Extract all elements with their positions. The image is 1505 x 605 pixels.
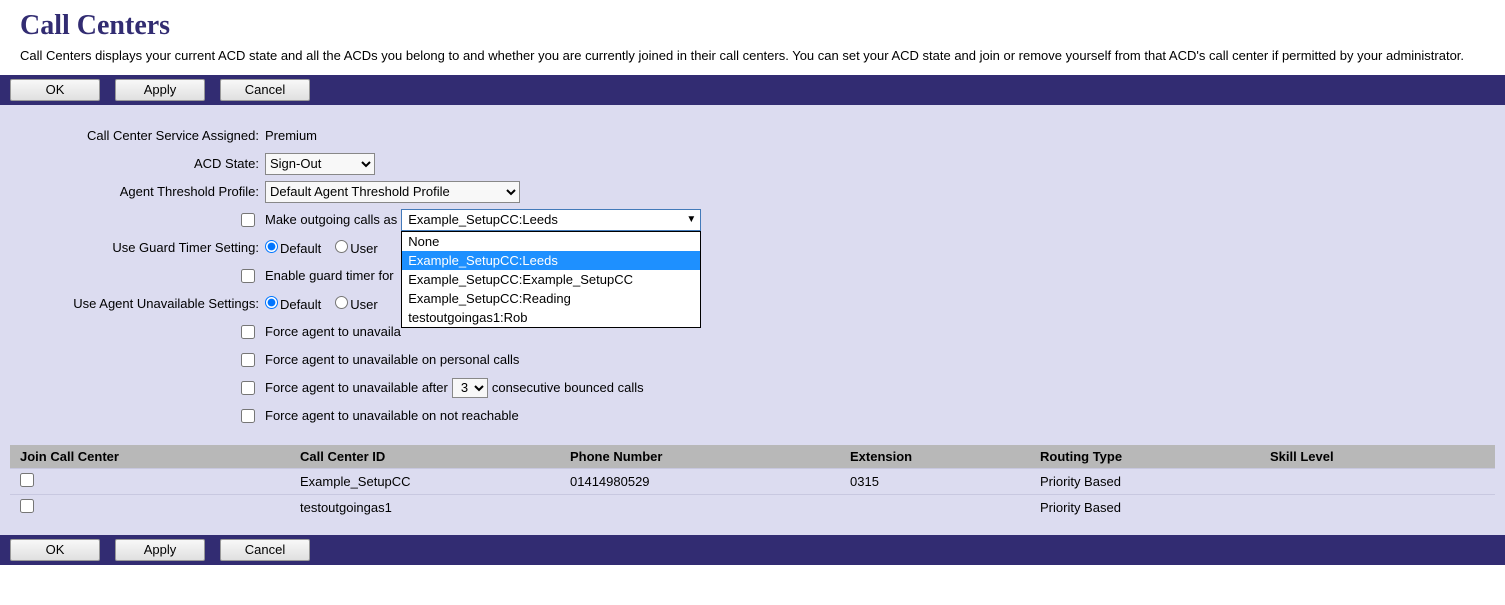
- col-join-header: Join Call Center: [10, 445, 290, 469]
- unavail-default-radio[interactable]: [265, 296, 278, 309]
- force-dnd-label: Force agent to unavaila: [265, 324, 401, 339]
- enable-guard-checkbox[interactable]: [241, 269, 255, 283]
- join-checkbox[interactable]: [20, 473, 34, 487]
- apply-button[interactable]: Apply: [115, 79, 205, 101]
- outgoing-dropdown: None Example_SetupCC:Leeds Example_Setup…: [401, 231, 701, 328]
- ok-button-bottom[interactable]: OK: [10, 539, 100, 561]
- guard-default-radio[interactable]: [265, 240, 278, 253]
- force-bounced-checkbox[interactable]: [241, 381, 255, 395]
- guard-user-radio[interactable]: [335, 240, 348, 253]
- acd-state-label: ACD State:: [10, 156, 265, 171]
- outgoing-option-rob[interactable]: testoutgoingas1:Rob: [402, 308, 700, 327]
- cell-ext: [840, 494, 1030, 520]
- guard-user-radio-label[interactable]: User: [335, 240, 377, 256]
- guard-timer-label: Use Guard Timer Setting:: [10, 240, 265, 255]
- unavailable-settings-label: Use Agent Unavailable Settings:: [10, 296, 265, 311]
- cell-routing: Priority Based: [1030, 468, 1260, 494]
- unavail-default-radio-label[interactable]: Default: [265, 296, 321, 312]
- threshold-label: Agent Threshold Profile:: [10, 184, 265, 199]
- join-checkbox[interactable]: [20, 499, 34, 513]
- col-ext-header: Extension: [840, 445, 1030, 469]
- page-description: Call Centers displays your current ACD s…: [20, 47, 1480, 65]
- cell-skill: [1260, 494, 1495, 520]
- force-unreachable-label: Force agent to unavailable on not reacha…: [265, 408, 519, 423]
- bottom-button-bar: OK Apply Cancel: [0, 535, 1505, 565]
- call-center-table: Join Call Center Call Center ID Phone Nu…: [10, 445, 1495, 520]
- guard-default-radio-label[interactable]: Default: [265, 240, 321, 256]
- outgoing-label: Make outgoing calls as: [265, 212, 397, 227]
- outgoing-option-example[interactable]: Example_SetupCC:Example_SetupCC: [402, 270, 700, 289]
- force-bounced-post-label: consecutive bounced calls: [492, 380, 644, 395]
- cancel-button[interactable]: Cancel: [220, 79, 310, 101]
- force-personal-label: Force agent to unavailable on personal c…: [265, 352, 519, 367]
- unavail-user-radio[interactable]: [335, 296, 348, 309]
- ok-button[interactable]: OK: [10, 79, 100, 101]
- threshold-select[interactable]: Default Agent Threshold Profile: [265, 181, 520, 203]
- unavail-user-radio-label[interactable]: User: [335, 296, 377, 312]
- outgoing-selected-text: Example_SetupCC:Leeds: [408, 212, 558, 227]
- table-row: Example_SetupCC 01414980529 0315 Priorit…: [10, 468, 1495, 494]
- cell-skill: [1260, 468, 1495, 494]
- outgoing-checkbox[interactable]: [241, 213, 255, 227]
- chevron-down-icon: ▼: [686, 214, 696, 225]
- form-area: Call Center Service Assigned: Premium AC…: [0, 105, 1505, 535]
- page-title: Call Centers: [20, 10, 1485, 42]
- cell-id: testoutgoingas1: [290, 494, 560, 520]
- col-skill-header: Skill Level: [1260, 445, 1495, 469]
- service-assigned-value: Premium: [265, 128, 317, 143]
- top-button-bar: OK Apply Cancel: [0, 75, 1505, 105]
- table-row: testoutgoingas1 Priority Based: [10, 494, 1495, 520]
- outgoing-option-reading[interactable]: Example_SetupCC:Reading: [402, 289, 700, 308]
- bounced-count-select[interactable]: 3: [452, 378, 488, 398]
- col-phone-header: Phone Number: [560, 445, 840, 469]
- cell-ext: 0315: [840, 468, 1030, 494]
- cell-id: Example_SetupCC: [290, 468, 560, 494]
- outgoing-option-none[interactable]: None: [402, 232, 700, 251]
- cell-phone: [560, 494, 840, 520]
- service-assigned-label: Call Center Service Assigned:: [10, 128, 265, 143]
- apply-button-bottom[interactable]: Apply: [115, 539, 205, 561]
- force-bounced-pre-label: Force agent to unavailable after: [265, 380, 448, 395]
- cancel-button-bottom[interactable]: Cancel: [220, 539, 310, 561]
- enable-guard-label: Enable guard timer for: [265, 268, 394, 283]
- col-id-header: Call Center ID: [290, 445, 560, 469]
- force-unreachable-checkbox[interactable]: [241, 409, 255, 423]
- cell-routing: Priority Based: [1030, 494, 1260, 520]
- force-personal-checkbox[interactable]: [241, 353, 255, 367]
- col-routing-header: Routing Type: [1030, 445, 1260, 469]
- acd-state-select[interactable]: Sign-Out: [265, 153, 375, 175]
- force-dnd-checkbox[interactable]: [241, 325, 255, 339]
- outgoing-option-leeds[interactable]: Example_SetupCC:Leeds: [402, 251, 700, 270]
- outgoing-select[interactable]: Example_SetupCC:Leeds ▼: [401, 209, 701, 231]
- cell-phone: 01414980529: [560, 468, 840, 494]
